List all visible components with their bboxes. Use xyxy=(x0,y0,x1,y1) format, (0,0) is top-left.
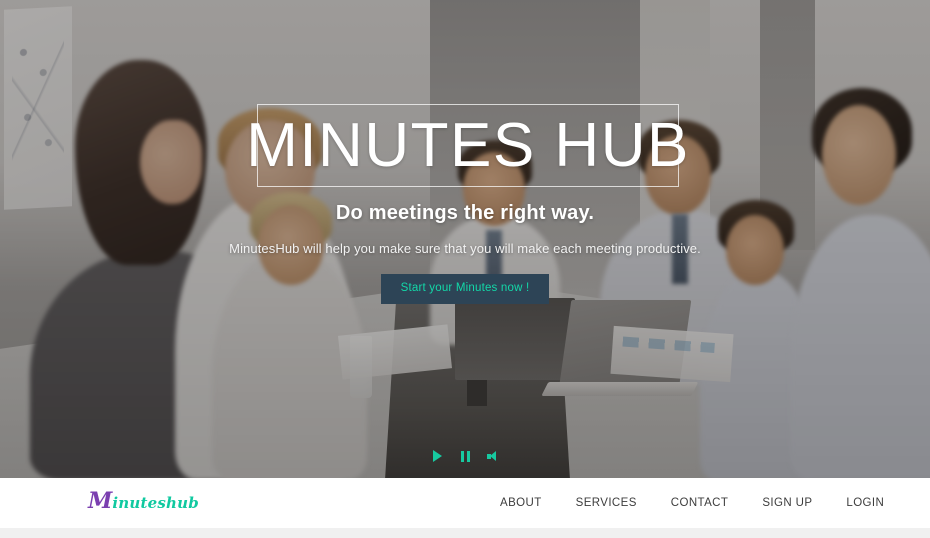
video-controls xyxy=(0,450,930,462)
brand-logo-initial: M xyxy=(88,488,113,514)
brand-logo[interactable]: Minuteshub xyxy=(88,490,199,512)
content-section-band xyxy=(0,528,930,538)
play-icon xyxy=(432,450,442,462)
nav-item-login[interactable]: LOGIN xyxy=(846,497,884,509)
brand-logo-text: inuteshub xyxy=(112,494,199,512)
pause-button[interactable] xyxy=(458,450,472,462)
nav-item-services[interactable]: SERVICES xyxy=(576,497,637,509)
hero-section: MINUTES HUB Do meetings the right way. M… xyxy=(0,0,930,478)
hero-title-frame: MINUTES HUB xyxy=(246,104,688,187)
pause-icon xyxy=(460,450,470,462)
main-navbar: Minuteshub ABOUT SERVICES CONTACT SIGN U… xyxy=(0,478,930,528)
landing-page: MINUTES HUB Do meetings the right way. M… xyxy=(0,0,930,538)
cta-container: Start your Minutes now ! xyxy=(0,274,930,304)
nav-item-signup[interactable]: SIGN UP xyxy=(762,497,812,509)
hero-content: MINUTES HUB Do meetings the right way. M… xyxy=(0,0,930,478)
hero-description: MinutesHub will help you make sure that … xyxy=(229,241,701,256)
nav-item-about[interactable]: ABOUT xyxy=(500,497,542,509)
hero-subtitle: Do meetings the right way. xyxy=(335,202,595,224)
volume-icon xyxy=(487,450,499,462)
start-minutes-button[interactable]: Start your Minutes now ! xyxy=(380,274,550,304)
volume-button[interactable] xyxy=(486,450,500,462)
play-button[interactable] xyxy=(430,450,444,462)
page-title: MINUTES HUB xyxy=(246,110,690,180)
nav-links: ABOUT SERVICES CONTACT SIGN UP LOGIN xyxy=(500,478,884,528)
nav-item-contact[interactable]: CONTACT xyxy=(671,497,729,509)
